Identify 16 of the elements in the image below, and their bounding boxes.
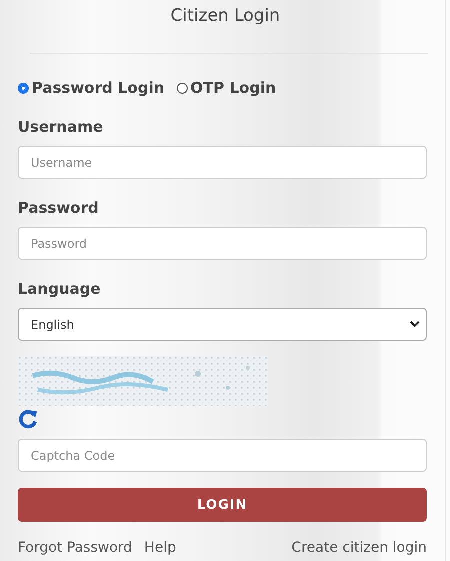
login-button[interactable]: LOGIN — [18, 488, 427, 522]
radio-label[interactable]: Password Login — [32, 79, 165, 97]
radio-label[interactable]: OTP Login — [190, 79, 276, 97]
chevron-icon — [410, 321, 420, 328]
form-title: Citizen Login — [170, 5, 282, 28]
captcha-field[interactable]: Captcha Code — [18, 439, 427, 472]
refresh-icon[interactable] — [18, 408, 40, 430]
username-field[interactable]: Username — [18, 146, 427, 179]
link[interactable]: Create citizen login — [292, 540, 427, 556]
link[interactable]: Help — [144, 540, 176, 556]
field-label: Password — [18, 198, 100, 218]
password-field[interactable]: Password — [18, 227, 427, 260]
link[interactable]: Forgot Password — [18, 540, 132, 556]
field-label: Language — [18, 279, 102, 299]
field-label: Username — [18, 117, 104, 137]
language-select[interactable]: English — [18, 308, 427, 341]
